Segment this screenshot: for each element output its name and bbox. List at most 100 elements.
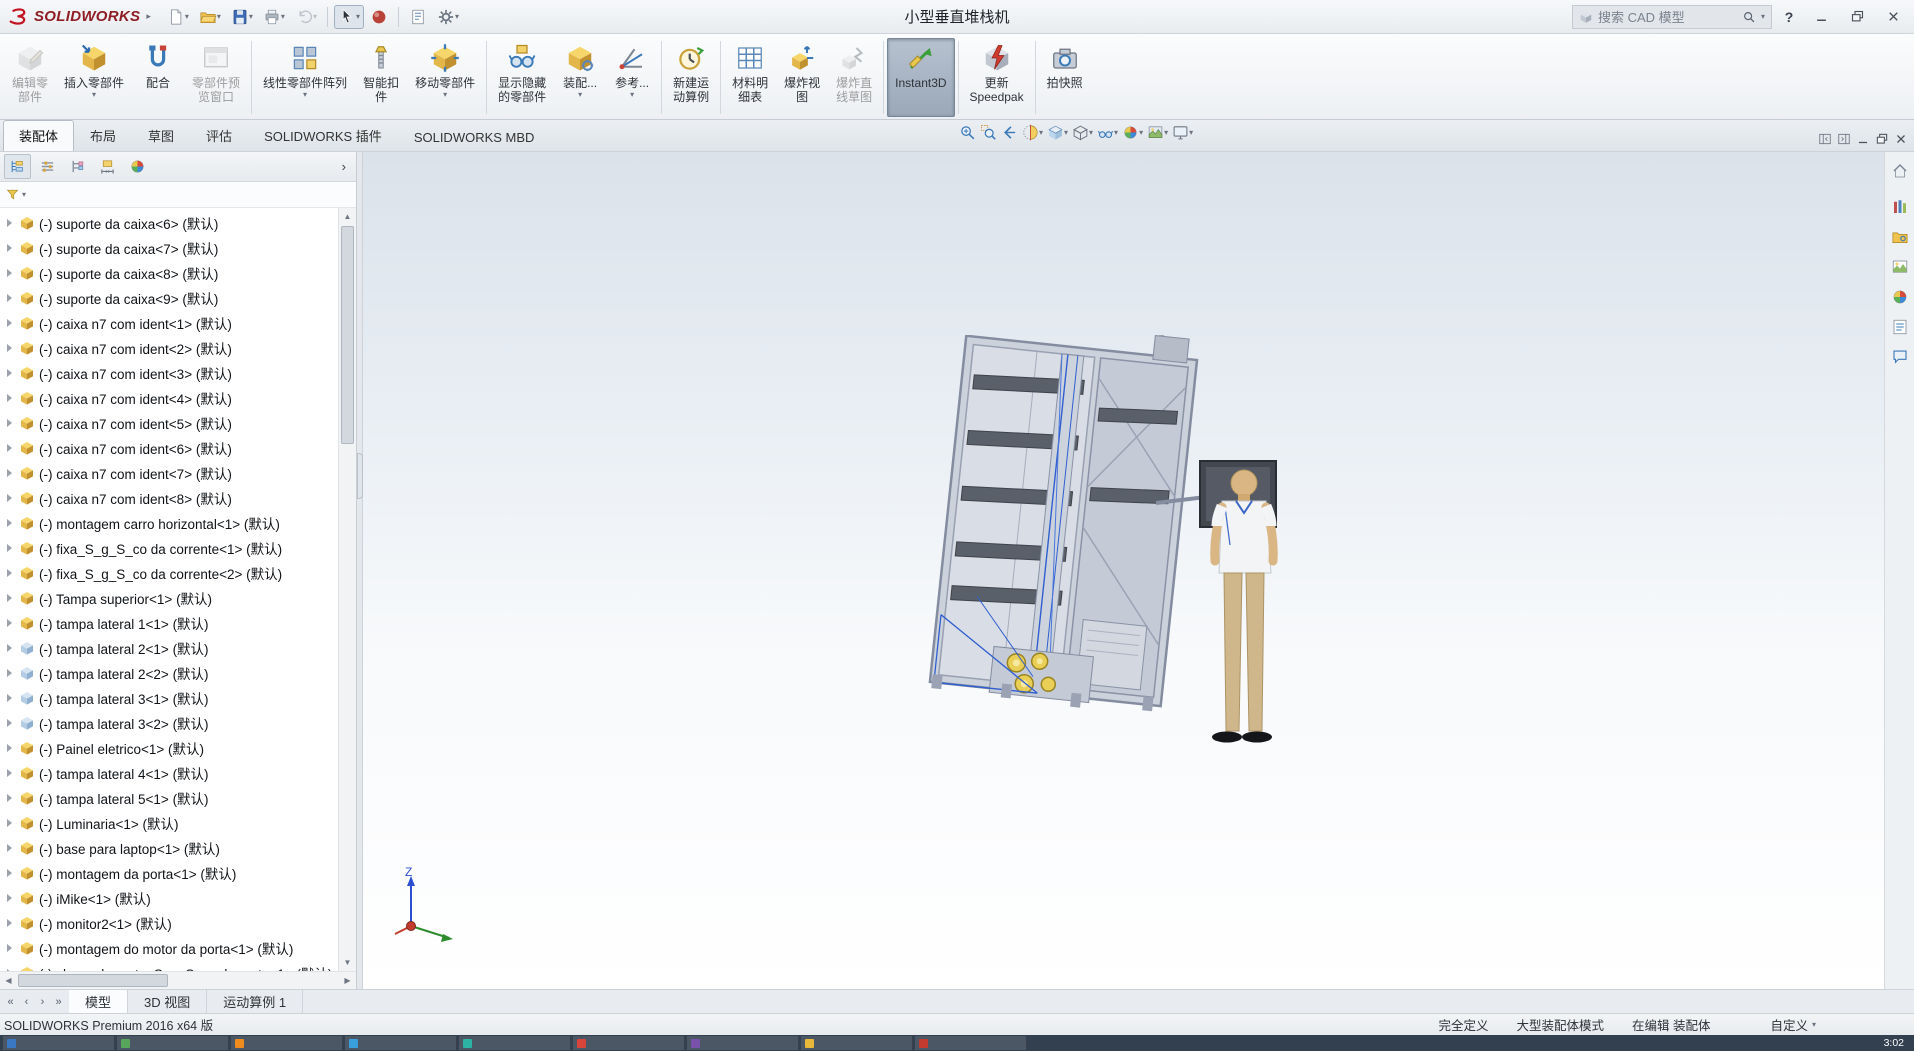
expand-arrow-icon[interactable] xyxy=(5,443,15,453)
taskbar-item-1[interactable] xyxy=(117,1036,229,1050)
scroll-thumb-horizontal[interactable] xyxy=(18,974,168,987)
take-snapshot-button[interactable]: 拍快照 xyxy=(1039,38,1091,117)
show-hidden-components-button[interactable]: 显示隐藏 的零部件 xyxy=(490,38,554,117)
doc-tab-model[interactable]: 模型 xyxy=(69,990,128,1013)
tree-item[interactable]: (-) suporte da caixa<8> (默认) xyxy=(0,260,338,285)
tree-vertical-scrollbar[interactable]: ▲ ▼ xyxy=(338,208,356,971)
expand-arrow-icon[interactable] xyxy=(5,218,15,228)
dropdown-arrow-icon[interactable]: ▾ xyxy=(249,13,253,21)
expand-arrow-icon[interactable] xyxy=(5,518,15,528)
new-motion-study-button[interactable]: 新建运 动算例 xyxy=(665,38,717,117)
reference-geometry-button[interactable]: 参考...▾ xyxy=(606,38,658,117)
doc-tab-motion-study-1[interactable]: 运动算例 1 xyxy=(207,990,303,1013)
window-minimize-button[interactable] xyxy=(1855,130,1871,148)
tree-item[interactable]: (-) caixa n7 com ident<6> (默认) xyxy=(0,435,338,460)
expand-arrow-icon[interactable] xyxy=(5,493,15,503)
search-dropdown-icon[interactable]: ▾ xyxy=(1761,13,1765,21)
tree-item[interactable]: (-) caixa n7 com ident<4> (默认) xyxy=(0,385,338,410)
save-button[interactable]: ▾ xyxy=(227,5,257,29)
statusbar-customize[interactable]: 自定义 ▾ xyxy=(1770,1015,1816,1034)
expand-arrow-icon[interactable] xyxy=(5,343,15,353)
tree-item[interactable]: (-) suporte da caixa<6> (默认) xyxy=(0,210,338,235)
expand-arrow-icon[interactable] xyxy=(5,268,15,278)
tree-item[interactable]: (-) tampa lateral 4<1> (默认) xyxy=(0,760,338,785)
dropdown-arrow-icon[interactable]: ▾ xyxy=(1089,129,1093,137)
tree-item[interactable]: (-) base para laptop<1> (默认) xyxy=(0,835,338,860)
dropdown-arrow-icon[interactable]: ▾ xyxy=(303,91,307,99)
scroll-down-icon[interactable]: ▼ xyxy=(339,954,356,971)
appearances-button[interactable] xyxy=(1891,288,1909,306)
dropdown-arrow-icon[interactable]: ▾ xyxy=(1064,129,1068,137)
panel-tab-displaymanager[interactable] xyxy=(124,154,151,179)
tab-nav-0[interactable]: « xyxy=(3,996,18,1008)
doc-tab-3d-views[interactable]: 3D 视图 xyxy=(128,990,207,1013)
graphics-area[interactable]: Z xyxy=(363,152,1914,989)
view-settings-button[interactable]: ▾ xyxy=(1171,122,1194,143)
tree-horizontal-scrollbar[interactable]: ◀ ▶ xyxy=(0,971,356,989)
tab-evaluate[interactable]: 评估 xyxy=(190,120,248,151)
tab-layout[interactable]: 布局 xyxy=(74,120,132,151)
dropdown-arrow-icon[interactable]: ▾ xyxy=(578,91,582,99)
expand-arrow-icon[interactable] xyxy=(5,843,15,853)
tree-item[interactable]: (-) Tampa superior<1> (默认) xyxy=(0,585,338,610)
dropdown-arrow-icon[interactable]: ▾ xyxy=(217,13,221,21)
file-properties-button[interactable] xyxy=(405,5,431,29)
tree-item[interactable]: (-) fixa_S_g_S_co da corrente<2> (默认) xyxy=(0,560,338,585)
restore-button[interactable] xyxy=(1842,5,1872,29)
view-orientation-button[interactable]: ▾ xyxy=(1046,122,1069,143)
expand-arrow-icon[interactable] xyxy=(5,818,15,828)
move-component-button[interactable]: 移动零部件▾ xyxy=(407,38,483,117)
collapse-pane-right-button[interactable] xyxy=(1836,130,1852,148)
tree-item[interactable]: (-) monitor2<1> (默认) xyxy=(0,910,338,935)
expand-arrow-icon[interactable] xyxy=(5,368,15,378)
tree-item[interactable]: (-) caixa n7 com ident<7> (默认) xyxy=(0,460,338,485)
undo-button[interactable]: ▾ xyxy=(291,5,321,29)
dropdown-arrow-icon[interactable]: ▾ xyxy=(185,13,189,21)
panel-tab-configurationmanager[interactable] xyxy=(64,154,91,179)
section-view-button[interactable]: ▾ xyxy=(1021,122,1044,143)
expand-arrow-icon[interactable] xyxy=(5,643,15,653)
menu-expand-icon[interactable]: ▸ xyxy=(146,11,151,22)
taskbar-item-2[interactable] xyxy=(231,1036,343,1050)
taskbar-item-5[interactable] xyxy=(573,1036,685,1050)
close-button[interactable] xyxy=(1878,5,1908,29)
tree-item[interactable]: (-) tampa lateral 2<2> (默认) xyxy=(0,660,338,685)
tree-item[interactable]: (-) tampa lateral 5<1> (默认) xyxy=(0,785,338,810)
taskbar-item-0[interactable] xyxy=(3,1036,115,1050)
expand-arrow-icon[interactable] xyxy=(5,393,15,403)
component-preview-window-button[interactable]: 零部件预 览窗口 xyxy=(184,38,248,117)
tree-item[interactable]: (-) caixa n7 com ident<2> (默认) xyxy=(0,335,338,360)
tree-item[interactable]: (-) chapa de prote_S_q_S_co da porta<1> … xyxy=(0,960,338,971)
tree-item[interactable]: (-) iMike<1> (默认) xyxy=(0,885,338,910)
dropdown-arrow-icon[interactable]: ▾ xyxy=(1189,129,1193,137)
tree-item[interactable]: (-) montagem da porta<1> (默认) xyxy=(0,860,338,885)
home-button[interactable] xyxy=(1891,162,1909,180)
zoom-fit-button[interactable] xyxy=(958,122,977,143)
apply-scene-button[interactable]: ▾ xyxy=(1146,122,1169,143)
open-file-button[interactable]: ▾ xyxy=(195,5,225,29)
update-speedpak-button[interactable]: 更新 Speedpak xyxy=(962,38,1032,117)
instant3d-button[interactable]: Instant3D xyxy=(887,38,954,117)
view-palette-button[interactable] xyxy=(1891,258,1909,276)
tab-nav-1[interactable]: ‹ xyxy=(19,996,34,1008)
expand-arrow-icon[interactable] xyxy=(5,593,15,603)
assembly-features-button[interactable]: 装配...▾ xyxy=(554,38,606,117)
design-library-button[interactable] xyxy=(1891,198,1909,216)
dropdown-arrow-icon[interactable]: ▾ xyxy=(1114,129,1118,137)
help-button[interactable]: ? xyxy=(1778,9,1800,25)
expand-arrow-icon[interactable] xyxy=(5,868,15,878)
taskbar-item-6[interactable] xyxy=(687,1036,799,1050)
expand-arrow-icon[interactable] xyxy=(5,293,15,303)
edit-appearance-button[interactable]: ▾ xyxy=(1121,122,1144,143)
mate-button[interactable]: 配合 xyxy=(132,38,184,117)
expand-arrow-icon[interactable] xyxy=(5,718,15,728)
explode-line-sketch-button[interactable]: 爆炸直 线草图 xyxy=(828,38,880,117)
window-restore-button[interactable] xyxy=(1874,130,1890,148)
taskbar-item-8[interactable] xyxy=(915,1036,1027,1050)
collapse-pane-left-button[interactable] xyxy=(1817,130,1833,148)
smart-fasteners-button[interactable]: 智能扣 件 xyxy=(355,38,407,117)
file-explorer-button[interactable] xyxy=(1891,228,1909,246)
dropdown-arrow-icon[interactable]: ▾ xyxy=(356,13,360,21)
expand-arrow-icon[interactable] xyxy=(5,668,15,678)
exploded-view-button[interactable]: 爆炸视 图 xyxy=(776,38,828,117)
